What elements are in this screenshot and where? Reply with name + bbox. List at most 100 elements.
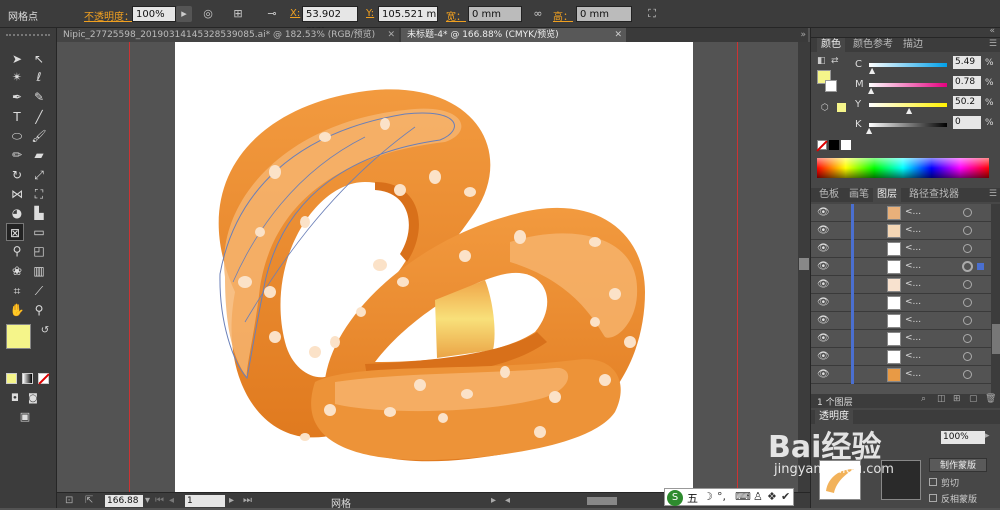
gamut-swatch[interactable] [837, 103, 846, 112]
close-icon[interactable]: ✕ [614, 28, 622, 42]
layer-name[interactable]: <... [905, 207, 921, 217]
clip-checkbox[interactable] [929, 478, 937, 486]
free-transform-tool-icon[interactable]: ⛶ [30, 185, 48, 203]
zoom-field[interactable]: 166.88 [105, 495, 143, 507]
target-circle-icon[interactable] [963, 208, 972, 217]
scroll-left-icon[interactable]: ◂ [505, 495, 510, 506]
pencil-tool-icon[interactable]: ✏ [8, 146, 26, 164]
tab-stroke[interactable]: 描边 [899, 38, 927, 52]
hand-tool-icon[interactable]: ✋ [8, 301, 26, 319]
color-mode-icon[interactable] [6, 373, 17, 384]
artboard[interactable] [175, 42, 693, 492]
layers-scroll-thumb[interactable] [992, 324, 1000, 354]
curvature-tool-icon[interactable]: ✎ [30, 88, 48, 106]
width-field[interactable]: 0 mm [468, 6, 522, 22]
pretzel-artwork[interactable] [175, 42, 693, 492]
tab-nipic-document[interactable]: Nipic_27725598_20190314145328539085.ai* … [57, 28, 399, 42]
layer-name[interactable]: <... [905, 369, 921, 379]
draw-behind-icon[interactable]: ◙ [24, 390, 42, 408]
locate-object-icon[interactable]: ⌕ [921, 394, 926, 404]
channel-c-field[interactable]: 5.49 [953, 56, 981, 69]
object-thumbnail[interactable] [819, 460, 861, 500]
mesh-tool-icon[interactable]: ⊠ [6, 223, 24, 241]
transparency-opacity-field[interactable]: 100% [941, 431, 985, 444]
close-icon[interactable]: ✕ [387, 28, 395, 42]
rotate-tool-icon[interactable]: ↻ [8, 166, 26, 184]
gradient-mode-icon[interactable] [22, 373, 33, 384]
layer-name[interactable]: <... [905, 279, 921, 289]
layer-row[interactable]: 👁 <... [811, 276, 991, 294]
tab-untitled-4[interactable]: 未标题-4* @ 166.88% (CMYK/预览) ✕ [401, 28, 626, 42]
layer-row[interactable]: 👁 <... [811, 348, 991, 366]
out-of-gamut-icon[interactable]: ⬡ [821, 103, 829, 113]
vertical-scrollbar[interactable] [798, 42, 810, 492]
last-artboard-icon[interactable]: ⏭ [243, 495, 252, 506]
next-artboard-icon[interactable]: ▸ [229, 495, 234, 506]
y-field[interactable]: 105.521 m [378, 6, 438, 22]
make-mask-button[interactable]: 制作蒙版 [929, 458, 987, 472]
channel-y-field[interactable]: 50.2 [953, 96, 981, 109]
swap-fill-stroke-icon[interactable]: ↺ [36, 322, 54, 340]
swap-colors-icon[interactable]: ⇄ [831, 56, 839, 66]
delete-layer-icon[interactable]: 🗑 [985, 394, 996, 404]
tab-color-guide[interactable]: 颜色参考 [849, 38, 897, 52]
target-circle-icon[interactable] [963, 334, 972, 343]
opacity-field[interactable]: 100% [132, 6, 176, 22]
mask-thumbnail[interactable] [881, 460, 921, 500]
gradient-tool-icon[interactable]: ▭ [30, 223, 48, 241]
opacity-dropdown-arrow-icon[interactable]: ▸ [176, 6, 192, 22]
channel-m-field[interactable]: 0.78 [953, 76, 981, 89]
transform-icon[interactable]: ⛶ [644, 6, 660, 22]
symbol-sprayer-tool-icon[interactable]: ❀ [8, 262, 26, 280]
fill-swatch[interactable] [6, 324, 31, 349]
visibility-eye-icon[interactable]: 👁 [817, 261, 830, 272]
layer-name[interactable]: <... [905, 225, 921, 235]
channel-y-thumb-icon[interactable]: ▲ [906, 106, 912, 115]
zoom-tool-icon[interactable]: ⚲ [30, 301, 48, 319]
opacity-label[interactable]: 不透明度： [84, 8, 134, 23]
layers-list[interactable]: 👁 <... 👁 <... 👁 <... 👁 <... 👁 <... 👁 <..… [811, 204, 991, 394]
channel-c-thumb-icon[interactable]: ▲ [869, 66, 875, 75]
layer-row[interactable]: 👁 <... [811, 294, 991, 312]
status-menu-icon[interactable]: ▸ [491, 495, 496, 506]
layer-name[interactable]: <... [905, 351, 921, 361]
first-artboard-icon[interactable]: ⏮ [155, 495, 164, 506]
tabs-overflow-icon[interactable]: » [800, 28, 806, 42]
default-colors-icon[interactable]: ◧ [817, 56, 826, 66]
artboard-field[interactable]: 1 [185, 495, 225, 507]
height-field[interactable]: 0 mm [576, 6, 632, 22]
visibility-eye-icon[interactable]: 👁 [817, 369, 830, 380]
layer-row[interactable]: 👁 <... [811, 330, 991, 348]
layer-row[interactable]: 👁 <... [811, 222, 991, 240]
target-circle-icon[interactable] [963, 352, 972, 361]
ime-mode-label[interactable]: 五 [687, 490, 698, 506]
tab-swatches[interactable]: 色板 [815, 188, 843, 202]
new-layer-icon[interactable]: ▢ [969, 394, 978, 404]
paintbrush-tool-icon[interactable]: 🖌 [30, 127, 48, 145]
tab-pathfinder[interactable]: 路径查找器 [905, 188, 963, 202]
blend-tool-icon[interactable]: ◰ [30, 242, 48, 260]
layer-name[interactable]: <... [905, 261, 921, 271]
target-circle-icon[interactable] [963, 226, 972, 235]
layer-row[interactable]: 👁 <... [811, 240, 991, 258]
target-circle-icon[interactable] [963, 370, 972, 379]
eyedropper-tool-icon[interactable]: ⚲ [8, 242, 26, 260]
opacity-dropdown-icon[interactable]: ▸ [985, 431, 990, 441]
visibility-eye-icon[interactable]: 👁 [817, 297, 830, 308]
new-sublayer-icon[interactable]: ⊞ [953, 394, 961, 404]
zoom-dropdown-icon[interactable]: ▾ [145, 495, 150, 506]
layer-name[interactable]: <... [905, 243, 921, 253]
ime-user-icon[interactable]: ♙ [753, 490, 763, 503]
panel-header-bar[interactable]: « [811, 26, 1000, 38]
layers-menu-icon[interactable]: ☰ [989, 189, 997, 199]
channel-k-slider[interactable] [869, 123, 947, 127]
target-circle-icon[interactable] [963, 280, 972, 289]
ime-settings-icon[interactable]: ✔ [781, 490, 790, 503]
visibility-eye-icon[interactable]: 👁 [817, 351, 830, 362]
eraser-tool-icon[interactable]: ▰ [30, 146, 48, 164]
ime-moon-icon[interactable]: ☽ [703, 490, 713, 503]
column-graph-tool-icon[interactable]: ▥ [30, 262, 48, 280]
layer-name[interactable]: <... [905, 297, 921, 307]
artboard-tool-icon[interactable]: ⌗ [8, 282, 26, 300]
ime-skin-icon[interactable]: ❖ [767, 490, 777, 503]
